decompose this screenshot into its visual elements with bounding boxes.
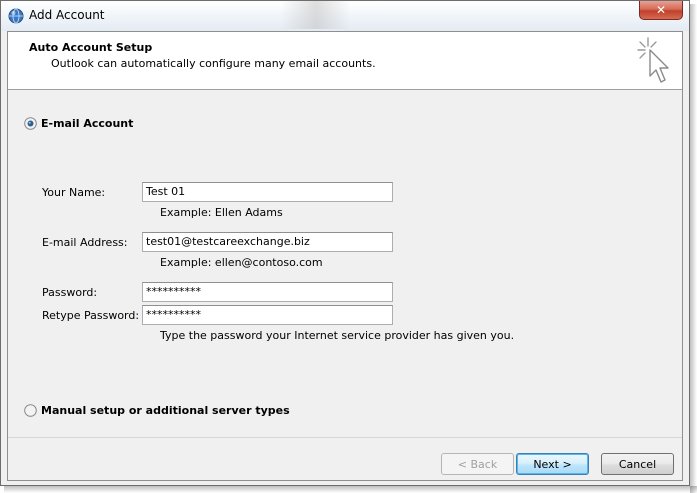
password-label: Password: xyxy=(42,286,98,299)
email-account-label[interactable]: E-mail Account xyxy=(41,117,133,130)
next-button[interactable]: Next > xyxy=(516,453,589,475)
retype-password-input[interactable]: ********** xyxy=(142,305,393,325)
header-title: Auto Account Setup xyxy=(29,41,153,54)
outlook-globe-icon xyxy=(8,8,24,24)
manual-setup-radio[interactable] xyxy=(24,404,37,417)
close-button[interactable]: ✕ xyxy=(639,1,683,20)
window-shadow-right xyxy=(690,4,697,493)
your-name-hint: Example: Ellen Adams xyxy=(160,206,283,219)
manual-setup-label[interactable]: Manual setup or additional server types xyxy=(41,404,290,417)
email-address-label: E-mail Address: xyxy=(42,236,128,249)
email-address-input[interactable]: test01@testcareexchange.biz xyxy=(142,232,393,252)
your-name-input[interactable]: Test 01 xyxy=(142,182,393,202)
magic-cursor-icon xyxy=(637,37,669,83)
window-shadow-bottom xyxy=(4,486,697,493)
dialog-content: Auto Account Setup Outlook can automatic… xyxy=(7,31,683,481)
window-title: Add Account xyxy=(29,8,105,22)
cancel-button[interactable]: Cancel xyxy=(601,453,674,475)
email-account-radio[interactable] xyxy=(24,117,37,130)
close-icon: ✕ xyxy=(655,3,667,17)
title-bar[interactable]: Add Account ✕ xyxy=(1,1,689,31)
wizard-header: Auto Account Setup Outlook can automatic… xyxy=(8,32,682,90)
password-hint: Type the password your Internet service … xyxy=(160,329,515,342)
back-button[interactable]: < Back xyxy=(441,453,514,475)
password-input[interactable]: ********** xyxy=(142,282,393,302)
add-account-dialog: Add Account ✕ Auto Account Setup Outlook… xyxy=(0,0,690,486)
header-subtitle: Outlook can automatically configure many… xyxy=(51,57,376,70)
footer-divider xyxy=(8,437,682,438)
title-bar-blur xyxy=(281,1,351,29)
your-name-label: Your Name: xyxy=(42,186,106,199)
email-address-hint: Example: ellen@contoso.com xyxy=(160,256,323,269)
retype-password-label: Retype Password: xyxy=(42,309,140,322)
